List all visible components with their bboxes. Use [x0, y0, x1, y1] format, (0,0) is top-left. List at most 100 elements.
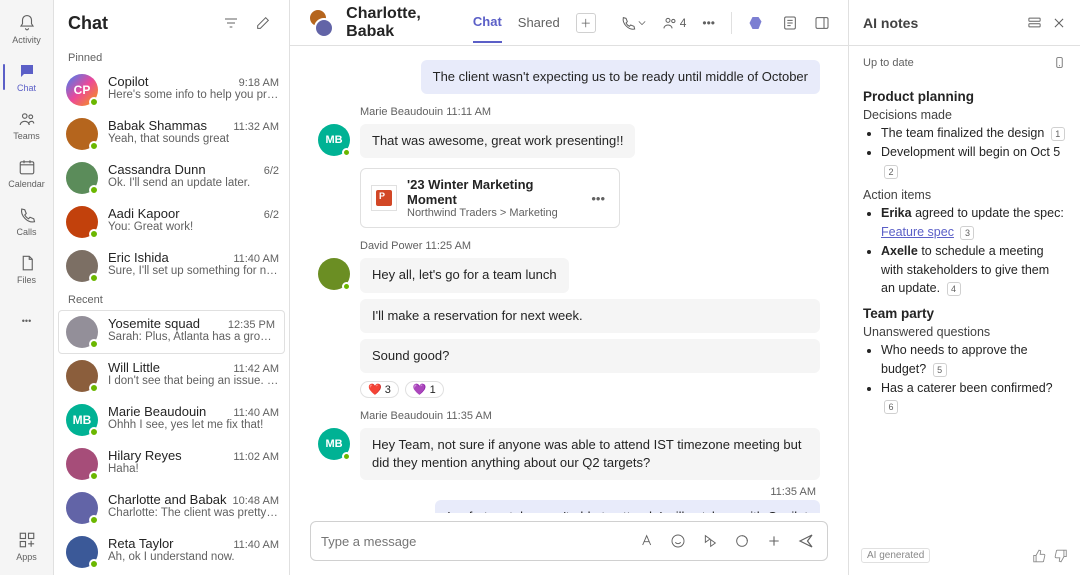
avatar [66, 360, 98, 392]
compose-input[interactable] [321, 534, 625, 549]
message-bubble[interactable]: The client wasn't expecting us to be rea… [421, 60, 820, 94]
panel-settings-icon[interactable] [1027, 15, 1042, 30]
panel-status-row: Up to date [849, 46, 1080, 79]
chat-list-header: Chat [54, 0, 289, 46]
people-button[interactable]: 4 [662, 15, 687, 31]
avatar [66, 162, 98, 194]
chat-list-panel: Chat PinnedCPCopilot9:18 AMHere's some i… [54, 0, 290, 575]
chat-item-title: Will Little [108, 360, 227, 375]
rail-calls[interactable]: Calls [3, 198, 51, 244]
device-icon[interactable] [1053, 56, 1066, 69]
rail-apps[interactable]: Apps [3, 523, 51, 569]
message-bubble[interactable]: Sound good? [360, 339, 820, 373]
chat-list-item[interactable]: Yosemite squad12:35 PMSarah: Plus, Atlan… [58, 310, 285, 354]
message-bubble[interactable]: I unfortunately wasn't able to attend. I… [435, 500, 820, 513]
rail-files[interactable]: Files [3, 246, 51, 292]
conversation-header: Charlotte, Babak Chat Shared ＋ 4 ••• [290, 0, 848, 46]
panel-title: AI notes [863, 15, 1017, 31]
chat-item-preview: Sarah: Plus, Atlanta has a growing tech … [108, 331, 275, 343]
message-bubble[interactable]: That was awesome, great work presenting!… [360, 124, 635, 158]
compose-icon[interactable] [251, 11, 275, 35]
chat-list-items: PinnedCPCopilot9:18 AMHere's some info t… [54, 46, 289, 575]
loop-icon[interactable] [731, 533, 753, 549]
conversation-body[interactable]: The client wasn't expecting us to be rea… [290, 46, 848, 513]
chat-item-title: Babak Shammas [108, 118, 227, 133]
send-icon[interactable] [795, 532, 817, 550]
chat-section-label: Recent [54, 288, 289, 310]
reference-chip[interactable]: 1 [1051, 127, 1065, 141]
avatar [66, 250, 98, 282]
open-pane-button[interactable] [814, 15, 830, 31]
rail-label: Activity [12, 35, 41, 45]
emoji-icon[interactable] [667, 533, 689, 549]
message-outgoing: 11:35 AMI unfortunately wasn't able to a… [318, 486, 820, 513]
avatar: CP [66, 74, 98, 106]
chat-list-item[interactable]: Hilary Reyes11:02 AMHaha! [54, 442, 289, 486]
compose-box[interactable] [310, 521, 828, 561]
avatar [318, 258, 350, 290]
filter-icon[interactable] [219, 11, 243, 35]
message-bubble[interactable]: Hey all, let's go for a team lunch [360, 258, 569, 292]
copilot-button[interactable] [748, 14, 766, 32]
reference-chip[interactable]: 4 [947, 282, 961, 296]
rail-more[interactable]: ••• [3, 298, 51, 344]
plus-icon[interactable] [763, 533, 785, 549]
reference-chip[interactable]: 3 [960, 226, 974, 240]
chat-icon [17, 61, 37, 81]
list-item: Who needs to approve the budget? 5 [881, 341, 1066, 379]
chat-item-time: 11:40 AM [233, 539, 279, 551]
reference-chip[interactable]: 5 [933, 363, 947, 377]
notes-button[interactable] [782, 15, 798, 31]
reference-chip[interactable]: 6 [884, 400, 898, 414]
attachment-more-icon[interactable]: ••• [587, 191, 609, 206]
apps-icon [17, 530, 37, 550]
format-icon[interactable] [635, 533, 657, 549]
avatar [66, 492, 98, 524]
chat-list-item[interactable]: Eric Ishida11:40 AMSure, I'll set up som… [54, 244, 289, 288]
panel-footer: AI generated [849, 540, 1080, 575]
rail-teams[interactable]: Teams [3, 102, 51, 148]
chat-item-title: Reta Taylor [108, 536, 227, 551]
rail-label: Apps [16, 552, 37, 562]
chat-list-item[interactable]: Will Little11:42 AMI don't see that bein… [54, 354, 289, 398]
giphy-icon[interactable] [699, 533, 721, 549]
thumbs-up-icon[interactable] [1032, 549, 1046, 563]
chat-item-preview: Ok. I'll send an update later. [108, 177, 279, 189]
avatar: MB [318, 428, 350, 460]
attachment-card[interactable]: '23 Winter Marketing MomentNorthwind Tra… [360, 168, 620, 228]
chat-list-item[interactable]: Cassandra Dunn6/2Ok. I'll send an update… [54, 156, 289, 200]
reaction-pill[interactable]: ❤️ 3 [360, 381, 399, 398]
panel-close-icon[interactable] [1052, 16, 1066, 30]
chat-list-item[interactable]: Charlotte and Babak10:48 AMCharlotte: Th… [54, 486, 289, 530]
powerpoint-icon [371, 185, 397, 211]
rail-calendar[interactable]: Calendar [3, 150, 51, 196]
message-meta: Marie Beaudouin 11:11 AM [360, 106, 820, 118]
avatar: MB [66, 404, 98, 436]
chat-list-item[interactable]: MBMarie Beaudouin11:40 AMOhhh I see, yes… [54, 398, 289, 442]
call-button[interactable] [620, 15, 646, 31]
avatar [66, 206, 98, 238]
chat-item-title: Copilot [108, 74, 233, 89]
tab-chat[interactable]: Chat [473, 2, 502, 43]
list-item: Erika agreed to update the spec: Feature… [881, 204, 1066, 242]
chat-list-item[interactable]: Aadi Kapoor6/2You: Great work! [54, 200, 289, 244]
chat-item-time: 12:35 PM [228, 319, 275, 331]
rail-activity[interactable]: Activity [3, 6, 51, 52]
message-bubble[interactable]: Hey Team, not sure if anyone was able to… [360, 428, 820, 480]
thumbs-down-icon[interactable] [1054, 549, 1068, 563]
reference-chip[interactable]: 2 [884, 165, 898, 179]
rail-chat[interactable]: Chat [3, 54, 51, 100]
chat-list-item[interactable]: Babak Shammas11:32 AMYeah, that sounds g… [54, 112, 289, 156]
chat-list-item[interactable]: Reta Taylor11:40 AMAh, ok I understand n… [54, 530, 289, 574]
reaction-pill[interactable]: 💜 1 [405, 381, 444, 398]
bell-icon [17, 13, 37, 33]
chat-item-preview: Sure, I'll set up something for next wee… [108, 265, 279, 277]
chat-item-time: 6/2 [264, 165, 279, 177]
avatar: MB [318, 124, 350, 156]
feature-spec-link[interactable]: Feature spec [881, 225, 954, 239]
chat-list-item[interactable]: CPCopilot9:18 AMHere's some info to help… [54, 68, 289, 112]
more-button[interactable]: ••• [702, 16, 715, 30]
tab-shared[interactable]: Shared [518, 3, 560, 42]
add-tab-button[interactable]: ＋ [576, 13, 596, 33]
message-bubble[interactable]: I'll make a reservation for next week. [360, 299, 820, 333]
